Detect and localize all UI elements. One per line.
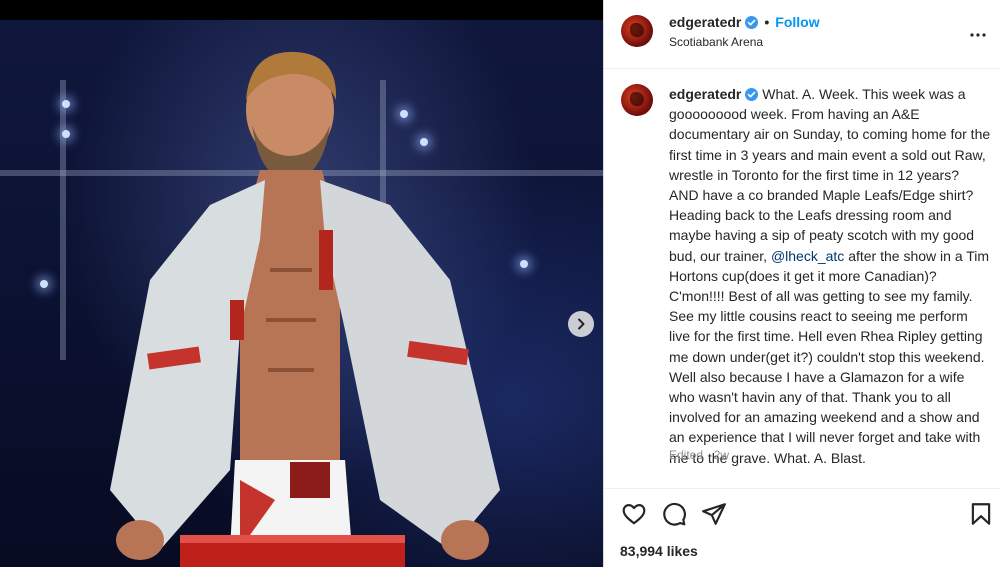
stage-light <box>62 100 70 108</box>
verified-badge-icon <box>745 88 759 101</box>
stage-light <box>40 280 48 288</box>
caption-body-2: after the show in a Tim Hortons cup(does… <box>669 247 990 466</box>
wrestler-figure <box>110 51 500 567</box>
separator-dot: • <box>764 14 770 30</box>
username[interactable]: edgeratedr <box>669 14 741 30</box>
header-user-row: edgeratedr • Follow <box>669 14 820 30</box>
media-top-bar <box>0 0 603 20</box>
stage-light <box>62 130 70 138</box>
more-options-icon[interactable] <box>969 26 987 44</box>
bookmark-icon[interactable] <box>968 501 994 527</box>
follow-button[interactable]: Follow <box>775 14 819 30</box>
caption-avatar[interactable] <box>621 84 653 116</box>
paper-plane-icon[interactable] <box>701 501 727 527</box>
likes-count[interactable]: 83,994 likes <box>620 543 698 559</box>
arena-photo <box>0 20 603 567</box>
chevron-right-icon <box>578 318 585 330</box>
edited-label: Edited <box>669 448 704 462</box>
stage-truss-vertical <box>60 80 66 360</box>
caption-body-1: What. A. Week. This week was a goooooooo… <box>669 86 991 264</box>
comment-icon[interactable] <box>661 501 687 527</box>
meta-separator: · <box>706 448 711 462</box>
avatar[interactable] <box>621 15 653 47</box>
mention-link[interactable]: @lheck_atc <box>771 248 844 264</box>
next-image-button[interactable] <box>568 311 594 337</box>
action-bar <box>604 488 1000 537</box>
post-age[interactable]: 2w <box>714 448 729 462</box>
location-link[interactable]: Scotiabank Arena <box>669 35 763 49</box>
instagram-post: edgeratedr • Follow Scotiabank Arena edger… <box>0 0 1000 567</box>
post-sidebar: edgeratedr • Follow Scotiabank Arena edger… <box>603 0 1000 567</box>
post-header: edgeratedr • Follow Scotiabank Arena <box>604 0 1000 69</box>
verified-badge-icon <box>745 16 759 29</box>
caption-username[interactable]: edgeratedr <box>669 86 741 102</box>
heart-icon[interactable] <box>621 501 647 527</box>
post-meta: Edited · 2w <box>669 448 729 462</box>
post-media[interactable] <box>0 0 603 567</box>
caption-text: edgeratedr What. A. Week. This week was … <box>669 84 991 468</box>
